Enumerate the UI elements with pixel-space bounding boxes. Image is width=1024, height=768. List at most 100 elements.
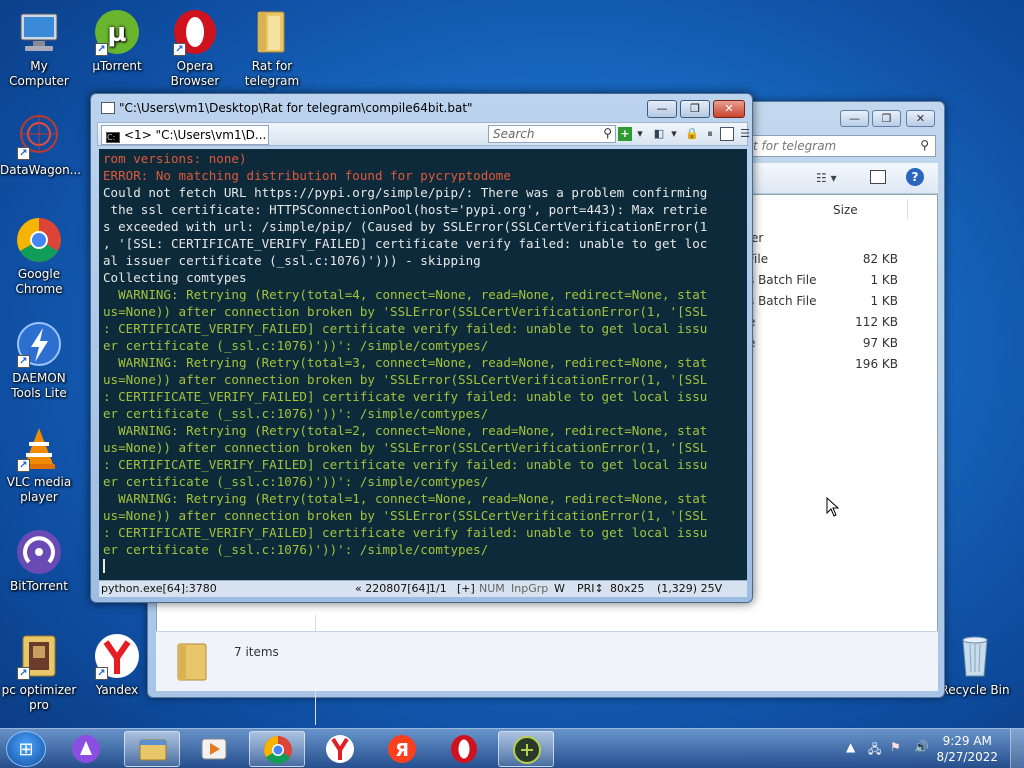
pause-icon[interactable]: ⏸ — [703, 127, 717, 141]
taskbar-item-chrome[interactable] — [249, 731, 305, 767]
taskbar-item-explorer[interactable] — [124, 731, 180, 767]
desktop-icon-label: Google Chrome — [15, 267, 63, 296]
status-inpgrp: InpGrp — [511, 582, 549, 595]
terminal-cursor-line — [103, 558, 747, 575]
status-cursor-pos: (1,329) 25V — [657, 582, 723, 595]
network-icon[interactable]: 🖧 — [868, 740, 881, 761]
view-options-icon[interactable]: ☷ ▾ — [816, 171, 837, 185]
bittorrent-icon — [15, 528, 63, 576]
close-button[interactable]: ✕ — [713, 100, 745, 118]
taskbar-item-yandex[interactable]: Я — [374, 731, 430, 767]
desktop-icon-bittorrent[interactable]: BitTorrent — [0, 528, 78, 594]
table-row[interactable]: s Batch File 1 KB — [748, 294, 898, 314]
terminal-line: rom versions: none) — [103, 151, 247, 166]
minimize-button[interactable]: — — [647, 100, 677, 118]
terminal-line: : CERTIFICATE_VERIFY_FAILED] certificate… — [103, 321, 708, 336]
pc-optimizer-icon: ↗ — [15, 632, 63, 680]
table-row[interactable]: s Batch File 1 KB — [748, 273, 898, 293]
desktop-icon-my-computer[interactable]: My Computer — [0, 8, 78, 89]
table-row[interactable]: e112 KB — [748, 315, 898, 335]
explorer-details-pane: 7 items — [156, 631, 938, 691]
panes-icon[interactable]: ◧ — [652, 127, 666, 141]
search-icon: ⚲ — [603, 126, 612, 140]
mouse-cursor-icon — [826, 497, 840, 517]
media-player-icon — [201, 738, 227, 760]
taskbar-item-alice[interactable] — [58, 731, 114, 767]
console-search-input[interactable]: Search ⚲ — [488, 125, 616, 143]
table-row[interactable]: e97 KB — [748, 336, 898, 356]
desktop-icon-label: pc optimizer pro — [1, 683, 77, 712]
action-center-icon[interactable]: ⚑ — [890, 740, 901, 754]
start-button[interactable]: ⊞ — [6, 731, 46, 767]
tab-console-1[interactable]: C: <1> "C:\Users\vm1\D... — [101, 125, 269, 145]
table-row[interactable]: File 82 KB — [748, 252, 898, 272]
desktop-icon-label: Recycle Bin — [940, 683, 1010, 697]
desktop-icon-recycle-bin[interactable]: Recycle Bin — [936, 632, 1014, 698]
desktop-icon-vlc[interactable]: ↗ VLC media player — [0, 424, 78, 505]
alice-icon — [72, 735, 100, 763]
yandex-icon: ↗ — [93, 632, 141, 680]
terminal-line: us=None)) after connection broken by 'SS… — [103, 304, 708, 319]
desktop-icon-google-chrome[interactable]: Google Chrome — [0, 216, 78, 297]
help-icon[interactable]: ? — [906, 168, 924, 186]
windows-logo-icon: ⊞ — [18, 739, 34, 760]
shortcut-arrow-icon: ↗ — [95, 667, 108, 680]
table-row[interactable]: 196 KB — [748, 357, 898, 377]
terminal-line: er certificate (_ssl.c:1076)'))': /simpl… — [103, 542, 489, 557]
desktop-icon-label: DataWagon... — [0, 163, 82, 177]
taskbar-item-yandex-browser[interactable] — [312, 731, 368, 767]
desktop-icon-rat-for-telegram[interactable]: Rat for telegram — [233, 8, 311, 89]
status-build: « 220807[64] — [355, 582, 430, 595]
taskbar: ⊞ Я ▲ 🖧 ⚑ 🔊 9:29 AM 8/27/2022 — [0, 728, 1024, 768]
terminal-line: us=None)) after connection broken by 'SS… — [103, 440, 708, 455]
status-size: 80x25 — [610, 582, 645, 595]
volume-icon[interactable]: 🔊 — [914, 740, 929, 754]
terminal-line: : CERTIFICATE_VERIFY_FAILED] certificate… — [103, 389, 708, 404]
menu-icon[interactable]: ☰ — [738, 127, 752, 141]
maximize-button[interactable]: ❐ — [680, 100, 710, 118]
desktop-icon-utorrent[interactable]: µ ↗ µTorrent — [78, 8, 156, 74]
taskbar-item-conemu[interactable] — [498, 731, 554, 767]
dropdown-arrow-icon[interactable]: ▾ — [633, 127, 647, 141]
desktop-icon-yandex[interactable]: ↗ Yandex — [78, 632, 156, 698]
desktop-icon-label: Rat for telegram — [244, 59, 300, 88]
desktop-icon-label: DAEMON Tools Lite — [11, 371, 67, 400]
desktop-icon-opera[interactable]: ↗ Opera Browser — [156, 8, 234, 89]
conemu-icon — [513, 736, 541, 764]
yandex-icon: Я — [388, 735, 416, 763]
terminal-line: er certificate (_ssl.c:1076)'))': /simpl… — [103, 474, 489, 489]
new-console-icon[interactable]: + — [618, 127, 632, 141]
taskbar-item-opera[interactable] — [436, 731, 492, 767]
desktop-icon-pc-optimizer[interactable]: ↗ pc optimizer pro — [0, 632, 78, 713]
dropdown-arrow-icon[interactable]: ▾ — [667, 127, 681, 141]
status-pri: PRI↕ — [577, 582, 604, 595]
status-num: NUM — [479, 582, 505, 595]
shortcut-arrow-icon: ↗ — [17, 147, 30, 160]
svg-text:µ: µ — [107, 18, 126, 48]
maximize-button[interactable]: ❐ — [872, 110, 901, 127]
window-mode-icon[interactable] — [720, 127, 734, 141]
system-clock[interactable]: 9:29 AM 8/27/2022 — [936, 733, 998, 765]
terminal-output[interactable]: rom versions: none) ERROR: No matching di… — [99, 149, 747, 580]
console-window[interactable]: "C:\Users\vm1\Desktop\Rat for telegram\c… — [90, 93, 753, 603]
desktop-icon-datawagon[interactable]: ↗ DataWagon... — [0, 112, 82, 178]
lock-icon[interactable]: 🔒 — [685, 127, 699, 141]
preview-pane-icon[interactable] — [870, 170, 886, 184]
desktop-icon-daemon-tools[interactable]: ↗ DAEMON Tools Lite — [0, 320, 78, 401]
terminal-line: us=None)) after connection broken by 'SS… — [103, 508, 708, 523]
explorer-search-input[interactable]: t for telegram ⚲ — [746, 135, 936, 157]
show-hidden-icons-icon[interactable]: ▲ — [846, 740, 855, 754]
terminal-line: the ssl certificate: HTTPSConnectionPool… — [103, 202, 708, 217]
terminal-line: WARNING: Retrying (Retry(total=3, connec… — [103, 355, 708, 370]
folder-icon — [248, 8, 296, 56]
taskbar-item-media-player[interactable] — [186, 731, 242, 767]
desktop-icon-label: BitTorrent — [10, 579, 68, 593]
desktop-icon-label: µTorrent — [92, 59, 142, 73]
close-button[interactable]: ✕ — [906, 110, 935, 127]
terminal-line: , '[SSL: CERTIFICATE_VERIFY_FAILED] cert… — [103, 236, 708, 251]
explorer-search-placeholder: t for telegram — [753, 139, 837, 153]
desktop-icon-label: Opera Browser — [170, 59, 220, 88]
column-header-size[interactable]: Size — [833, 203, 858, 217]
minimize-button[interactable]: — — [840, 110, 869, 127]
show-desktop-button[interactable] — [1010, 729, 1024, 768]
